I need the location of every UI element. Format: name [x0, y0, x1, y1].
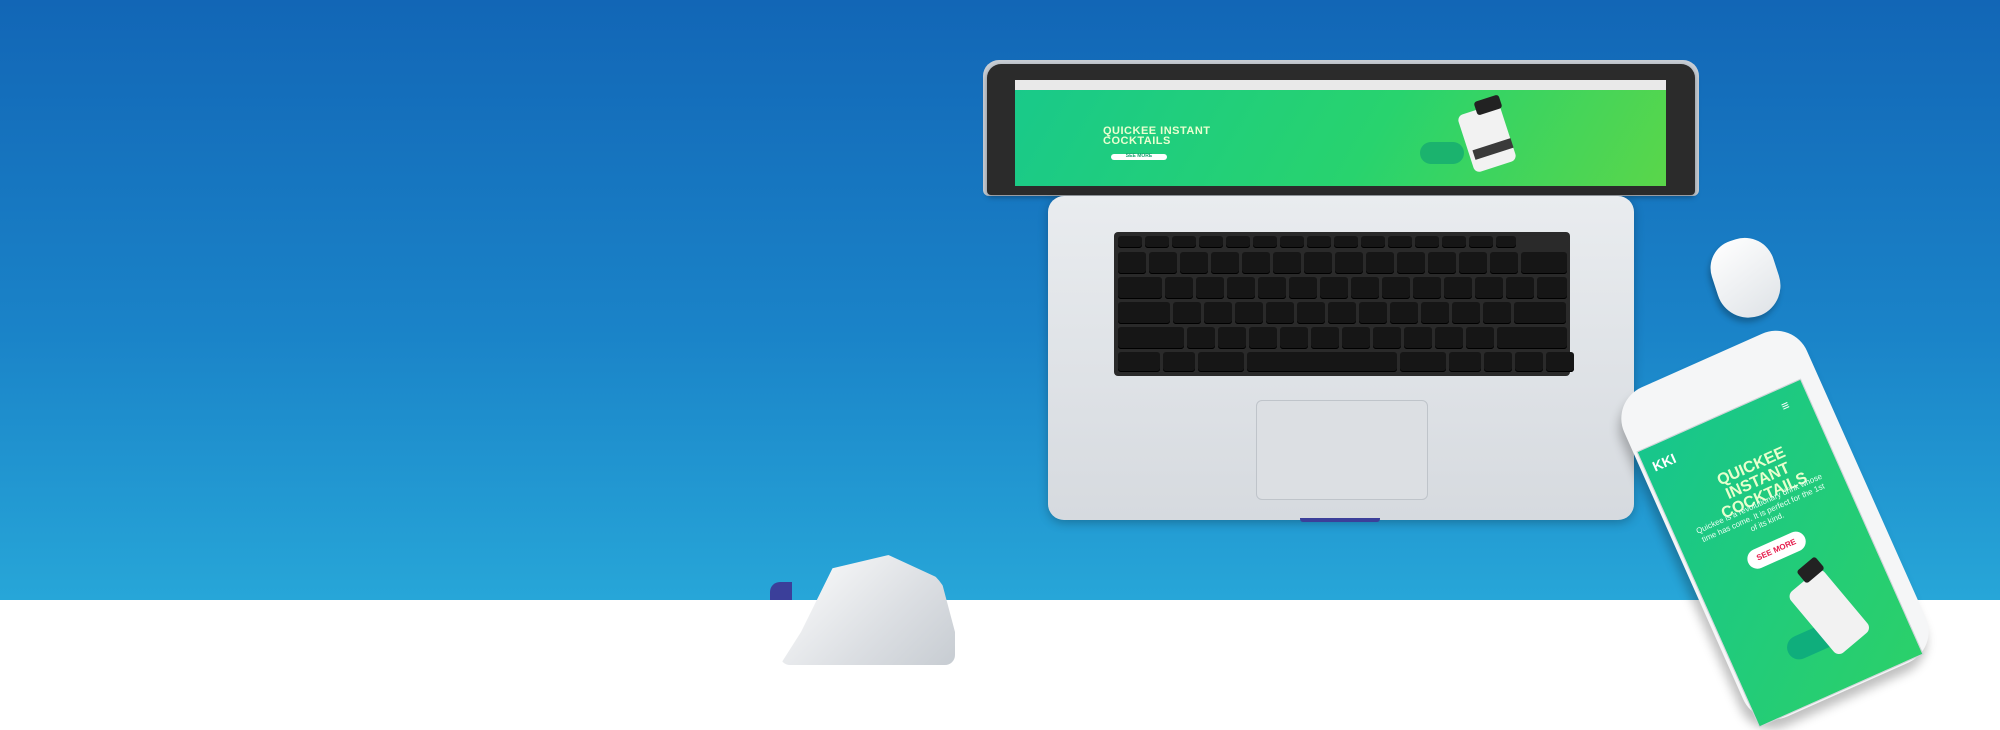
key — [1328, 302, 1356, 324]
key — [1118, 236, 1142, 248]
key — [1118, 302, 1170, 324]
key — [1475, 277, 1503, 299]
key — [1118, 327, 1184, 349]
menu-icon[interactable]: ≡ — [1779, 396, 1799, 414]
key — [1307, 236, 1331, 248]
key — [1546, 352, 1574, 372]
laptop-screen: QUICKEE INSTANT COCKTAILS SEE MORE — [1015, 80, 1666, 186]
key — [1199, 236, 1223, 248]
key — [1397, 252, 1425, 274]
key — [1484, 352, 1512, 372]
key — [1258, 277, 1286, 299]
key — [1118, 277, 1162, 299]
key — [1226, 236, 1250, 248]
key — [1173, 302, 1201, 324]
key — [1342, 327, 1370, 349]
key — [1444, 277, 1472, 299]
key — [1334, 236, 1358, 248]
laptop-see-more-button[interactable]: SEE MORE — [1111, 153, 1167, 160]
key — [1172, 236, 1196, 248]
key — [1118, 252, 1146, 274]
key — [1211, 252, 1239, 274]
key — [1421, 302, 1449, 324]
key — [1289, 277, 1317, 299]
laptop-site-title-line2: COCKTAILS — [1103, 135, 1171, 147]
key — [1196, 277, 1224, 299]
key — [1459, 252, 1487, 274]
key — [1187, 327, 1215, 349]
key — [1235, 302, 1263, 324]
keyboard-row-home — [1118, 302, 1566, 324]
phone-see-more-button[interactable]: SEE MORE — [1744, 528, 1809, 572]
laptop-trackpad — [1256, 400, 1428, 500]
key — [1404, 327, 1432, 349]
laptop-see-more-label: SEE MORE — [1125, 153, 1153, 159]
key — [1490, 252, 1518, 274]
key — [1469, 236, 1493, 248]
keyboard-row-shift — [1118, 327, 1567, 349]
key — [1506, 277, 1534, 299]
key — [1388, 236, 1412, 248]
key — [1359, 302, 1387, 324]
key — [1442, 236, 1466, 248]
key — [1335, 252, 1363, 274]
key — [1390, 302, 1418, 324]
key — [1253, 236, 1277, 248]
key — [1242, 252, 1270, 274]
keyboard-row-function — [1118, 236, 1516, 248]
keyboard-row-bottom — [1118, 352, 1574, 372]
keyboard-row-qwerty — [1118, 277, 1567, 299]
keyboard-row-numbers — [1118, 252, 1567, 274]
key — [1311, 327, 1339, 349]
key — [1537, 277, 1567, 299]
key — [1297, 302, 1325, 324]
browser-toolbar — [1015, 80, 1666, 90]
laptop-site-title: QUICKEE INSTANT COCKTAILS — [1103, 126, 1211, 147]
key — [1521, 252, 1567, 274]
key — [1435, 327, 1463, 349]
laptop-product-badge — [1420, 142, 1464, 164]
laptop-keyboard — [1114, 232, 1574, 376]
desk-object-accent — [770, 582, 792, 600]
key — [1227, 277, 1255, 299]
key — [1247, 352, 1397, 372]
key — [1180, 252, 1208, 274]
phone-site-logo: KKI — [1649, 450, 1679, 475]
key — [1320, 277, 1348, 299]
key — [1373, 327, 1401, 349]
key — [1163, 352, 1195, 372]
key — [1149, 252, 1177, 274]
key — [1400, 352, 1446, 372]
key — [1466, 327, 1494, 349]
key — [1428, 252, 1456, 274]
key — [1204, 302, 1232, 324]
key — [1449, 352, 1481, 372]
key — [1198, 352, 1244, 372]
laptop-base-notch — [1300, 518, 1380, 522]
key — [1304, 252, 1332, 274]
key — [1366, 252, 1394, 274]
key — [1413, 277, 1441, 299]
key — [1515, 352, 1543, 372]
key — [1497, 327, 1567, 349]
key — [1118, 352, 1160, 372]
key — [1165, 277, 1193, 299]
key — [1415, 236, 1439, 248]
key — [1280, 236, 1304, 248]
key — [1483, 302, 1511, 324]
key — [1266, 302, 1294, 324]
key — [1249, 327, 1277, 349]
key — [1218, 327, 1246, 349]
key — [1361, 236, 1385, 248]
key — [1145, 236, 1169, 248]
key — [1496, 236, 1516, 248]
key — [1280, 327, 1308, 349]
key — [1351, 277, 1379, 299]
key — [1382, 277, 1410, 299]
key — [1514, 302, 1566, 324]
key — [1273, 252, 1301, 274]
key — [1452, 302, 1480, 324]
